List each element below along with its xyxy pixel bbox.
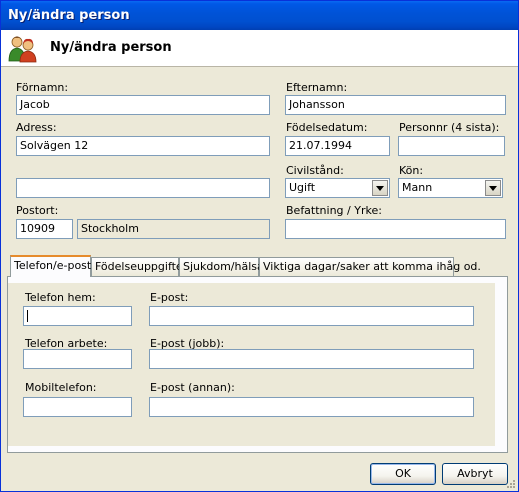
telefon-arbete-input[interactable] xyxy=(23,349,132,369)
fodelsedatum-input[interactable]: 21.07.1994 xyxy=(285,136,390,156)
fornamn-input[interactable]: Jacob xyxy=(16,95,270,115)
label-befattning: Befattning / Yrke: xyxy=(286,204,382,217)
befattning-input[interactable] xyxy=(285,219,506,239)
chevron-down-icon[interactable] xyxy=(372,180,388,196)
telefon-hem-input[interactable] xyxy=(23,306,132,326)
epost-input[interactable] xyxy=(149,306,474,326)
tab-fodelseuppgifter[interactable]: Födelseuppgifter xyxy=(91,257,187,276)
dialog-header: Ny/ändra person xyxy=(1,30,518,67)
label-mobiltelefon: Mobiltelefon: xyxy=(25,381,97,394)
epost-annan-input[interactable] xyxy=(149,397,474,417)
label-personnr: Personnr (4 sista): xyxy=(399,121,500,134)
civilstand-select[interactable]: Ugift xyxy=(285,178,390,198)
label-telefon-hem: Telefon hem: xyxy=(25,291,96,304)
tab-viktiga-dagar[interactable]: Viktiga dagar/saker att komma ihåg od. xyxy=(259,257,481,276)
kon-select[interactable]: Mann xyxy=(398,178,503,198)
epost-jobb-input[interactable] xyxy=(149,349,474,369)
label-fodelsedatum: Födelsedatum: xyxy=(286,121,368,134)
efternamn-input[interactable]: Johansson xyxy=(285,95,506,115)
label-epost: E-post: xyxy=(150,291,189,304)
adress-input[interactable]: Solvägen 12 xyxy=(16,136,270,156)
ok-button[interactable]: OK xyxy=(370,463,436,485)
mobiltelefon-input[interactable] xyxy=(23,397,132,417)
personnr-input[interactable] xyxy=(398,136,505,156)
label-postort: Postort: xyxy=(16,204,59,217)
cancel-button[interactable]: Avbryt xyxy=(442,463,508,485)
tab-sjukdom-halsa[interactable]: Sjukdom/hälsa xyxy=(179,257,264,276)
title-bar[interactable]: Ny/ändra person xyxy=(1,1,518,30)
people-icon xyxy=(7,33,37,63)
label-efternamn: Efternamn: xyxy=(286,81,348,94)
window-title: Ny/ändra person xyxy=(8,8,130,23)
tab-telefon-epost[interactable]: Telefon/e-post xyxy=(10,255,91,277)
kon-value: Mann xyxy=(402,181,433,194)
adress-line2-input[interactable] xyxy=(16,178,270,198)
dialog-window: Ny/ändra person Ny/ändra person Förnamn:… xyxy=(0,0,519,492)
header-title: Ny/ändra person xyxy=(50,40,172,55)
postnummer-input[interactable]: 10909 xyxy=(16,219,73,239)
civilstand-value: Ugift xyxy=(289,181,316,194)
text-cursor xyxy=(27,310,28,322)
resize-grip-icon[interactable] xyxy=(505,478,516,489)
label-epost-annan: E-post (annan): xyxy=(150,381,235,394)
label-adress: Adress: xyxy=(16,121,57,134)
label-civilstand: Civilstånd: xyxy=(286,164,344,177)
label-fornamn: Förnamn: xyxy=(16,81,69,94)
postort-city-field: Stockholm xyxy=(77,219,270,239)
label-kon: Kön: xyxy=(399,164,424,177)
chevron-down-icon[interactable] xyxy=(485,180,501,196)
